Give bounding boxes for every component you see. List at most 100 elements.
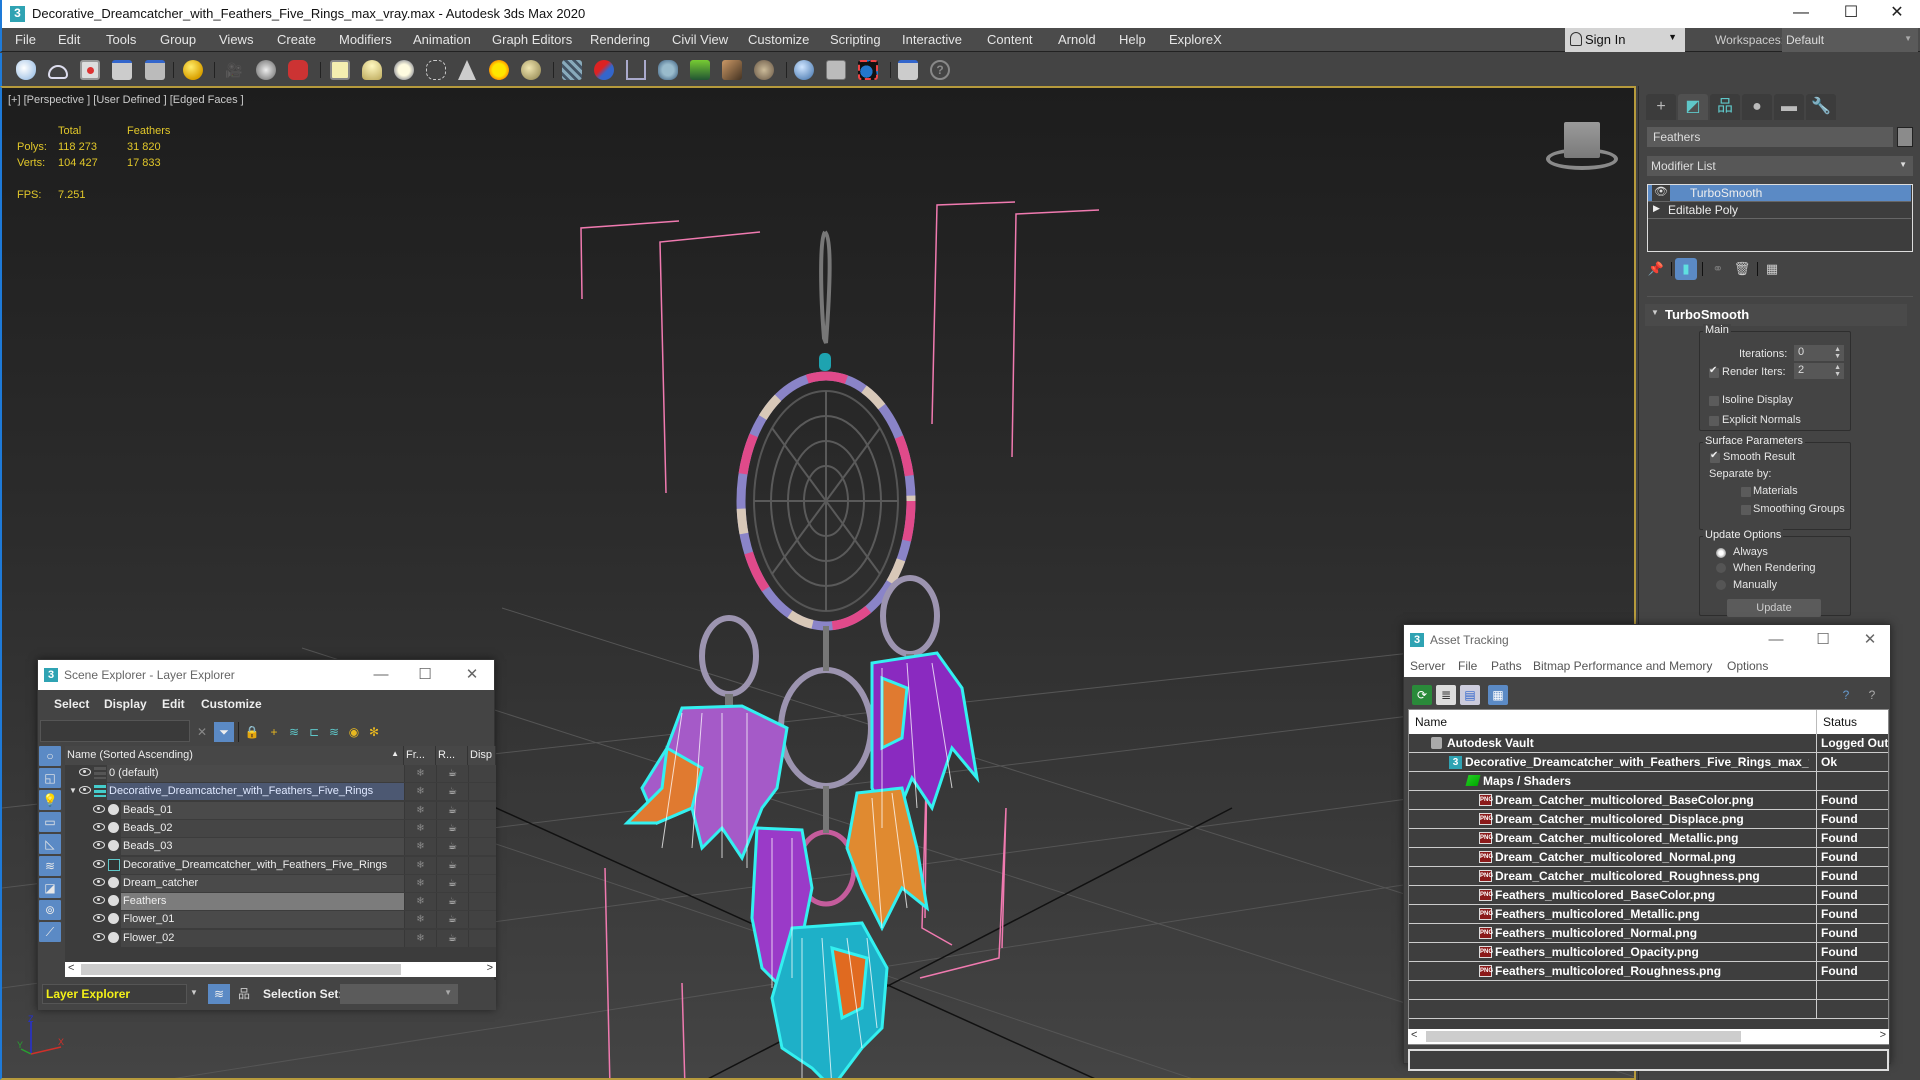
- row-name[interactable]: Beads_01: [121, 801, 404, 819]
- scene-tree-row[interactable]: Flower_02 ❄ ☕: [65, 929, 496, 948]
- freeze-toggle-icon[interactable]: ❄: [404, 765, 436, 782]
- lights-filter-icon[interactable]: 💡: [39, 790, 61, 810]
- asset-row[interactable]: PNG Feathers_multicolored_Opacity.png Foun…: [1409, 943, 1888, 962]
- dumbbell-icon[interactable]: [594, 60, 614, 80]
- help-icon[interactable]: ?: [930, 60, 950, 80]
- scene-tree-row[interactable]: ▼ Decorative_Dreamcatcher_with_Feathers_F…: [65, 783, 496, 801]
- configure-modifier-sets-icon[interactable]: ▦: [1761, 258, 1783, 280]
- column-header-renderable[interactable]: R...: [436, 746, 468, 765]
- render-iters-checkbox[interactable]: [1709, 365, 1719, 378]
- dome-icon[interactable]: [362, 60, 382, 80]
- layer-explorer-icon[interactable]: [145, 60, 165, 80]
- asset-row[interactable]: PNG Feathers_multicolored_Normal.png Found: [1409, 924, 1888, 943]
- column-header-frozen[interactable]: Fr...: [404, 746, 436, 765]
- menu-customize[interactable]: Customize: [748, 32, 809, 47]
- refresh-icon[interactable]: ⟳: [1412, 685, 1432, 705]
- scene-tree-row[interactable]: Decorative_Dreamcatcher_with_Feathers_Fi…: [65, 856, 496, 875]
- update-button[interactable]: Update: [1727, 599, 1821, 617]
- at-menu-bitmap-performance[interactable]: Bitmap Performance and Memory: [1533, 659, 1712, 673]
- explicit-normals-checkbox[interactable]: [1709, 416, 1719, 426]
- maximize-button[interactable]: ☐: [1808, 629, 1838, 651]
- render-region-icon[interactable]: [858, 60, 878, 80]
- visibility-eye-icon[interactable]: [79, 786, 91, 795]
- asset-row[interactable]: PNG Feathers_multicolored_BaseColor.png Fo…: [1409, 886, 1888, 905]
- minimize-button[interactable]: —: [1778, 0, 1824, 28]
- stack-item-editable-poly[interactable]: ▶ Editable Poly: [1648, 202, 1911, 219]
- modify-tab[interactable]: ◩: [1678, 94, 1708, 120]
- visibility-eye-icon[interactable]: [93, 932, 105, 941]
- row-name[interactable]: Flower_01: [121, 911, 404, 929]
- row-name[interactable]: 0 (default): [107, 765, 404, 782]
- menu-civil-view[interactable]: Civil View: [672, 32, 728, 47]
- minimize-button[interactable]: —: [1761, 629, 1791, 651]
- hierarchy-tab[interactable]: 品: [1710, 94, 1740, 120]
- asset-row[interactable]: 3 Decorative_Dreamcatcher_with_Feathers_F…: [1409, 753, 1888, 772]
- horizontal-scrollbar[interactable]: < >: [1408, 1029, 1889, 1044]
- visibility-eye-icon[interactable]: [93, 914, 105, 923]
- camera-rig-icon[interactable]: [288, 60, 308, 80]
- menu-rendering[interactable]: Rendering: [590, 32, 650, 47]
- make-unique-icon[interactable]: ⚭: [1707, 258, 1729, 280]
- horizontal-scrollbar[interactable]: < >: [65, 962, 496, 977]
- update-when-rendering-radio[interactable]: [1716, 563, 1726, 573]
- chevron-down-icon[interactable]: ▼: [190, 988, 198, 997]
- update-always-radio[interactable]: [1716, 548, 1726, 558]
- renderable-teapot-icon[interactable]: ☕: [436, 856, 468, 874]
- renderable-teapot-icon[interactable]: ☕: [436, 765, 468, 782]
- menu-animation[interactable]: Animation: [413, 32, 471, 47]
- scene-tree-row[interactable]: Beads_02 ❄ ☕: [65, 819, 496, 838]
- menu-file[interactable]: File: [15, 32, 36, 47]
- cone-icon[interactable]: [458, 60, 476, 80]
- scrollbar-thumb[interactable]: [1426, 1031, 1741, 1042]
- asset-path-field[interactable]: [1408, 1049, 1889, 1071]
- close-button[interactable]: ✕: [1855, 629, 1885, 651]
- gear-sphere-icon[interactable]: [658, 60, 678, 80]
- display-cell[interactable]: [468, 801, 496, 819]
- at-menu-file[interactable]: File: [1458, 659, 1477, 673]
- groups-filter-icon[interactable]: ◪: [39, 878, 61, 898]
- freeze-toggle-icon[interactable]: ❄: [404, 893, 436, 911]
- column-header-display[interactable]: Disp: [468, 746, 496, 765]
- scene-tree-row[interactable]: Flower_01 ❄ ☕: [65, 911, 496, 929]
- camera-sphere-icon[interactable]: [256, 60, 276, 80]
- se-menu-customize[interactable]: Customize: [201, 697, 262, 711]
- iterations-spinner[interactable]: 0 ▲ ▼: [1794, 345, 1844, 361]
- hierarchy-layer-icon[interactable]: ⊏: [304, 722, 324, 742]
- renderable-teapot-icon[interactable]: ☕: [436, 874, 468, 892]
- maximize-button[interactable]: ☐: [1828, 0, 1874, 28]
- lock-icon[interactable]: 🔒: [242, 722, 262, 742]
- particles-icon[interactable]: [562, 60, 582, 80]
- trash-icon[interactable]: 🗑: [1731, 258, 1753, 280]
- visibility-eye-icon[interactable]: [93, 896, 105, 905]
- menu-scripting[interactable]: Scripting: [830, 32, 881, 47]
- materials-checkbox[interactable]: [1741, 487, 1751, 497]
- geometry-filter-icon[interactable]: ○: [39, 746, 61, 766]
- grass-icon[interactable]: [690, 60, 710, 80]
- renderable-teapot-icon[interactable]: ☕: [436, 783, 468, 801]
- list-view-icon[interactable]: ≣: [1436, 685, 1456, 705]
- asset-row[interactable]: PNG Dream_Catcher_multicolored_Metallic.p…: [1409, 829, 1888, 848]
- scene-explorer-icon[interactable]: [112, 60, 132, 80]
- close-button[interactable]: ✕: [457, 664, 487, 686]
- sun-icon[interactable]: [489, 60, 509, 80]
- isoline-display-checkbox[interactable]: [1709, 396, 1719, 406]
- asset-row[interactable]: PNG Feathers_multicolored_Metallic.png Fou…: [1409, 905, 1888, 924]
- scroll-left-icon[interactable]: <: [1411, 1029, 1417, 1041]
- cloud-icon[interactable]: [48, 65, 68, 79]
- display-tab[interactable]: ▬: [1774, 94, 1804, 120]
- freeze-toggle-icon[interactable]: ❄: [404, 874, 436, 892]
- display-cell[interactable]: [468, 819, 496, 837]
- pin-stack-icon[interactable]: 📌: [1645, 258, 1667, 280]
- display-cell[interactable]: [468, 929, 496, 947]
- menu-views[interactable]: Views: [219, 32, 253, 47]
- helpers-filter-icon[interactable]: ◺: [39, 834, 61, 854]
- create-tab[interactable]: +: [1646, 94, 1676, 120]
- light-lister-icon[interactable]: [183, 60, 203, 80]
- material-sphere-icon[interactable]: [794, 60, 814, 80]
- renderable-teapot-icon[interactable]: ☕: [436, 911, 468, 929]
- explorer-type-select[interactable]: Layer Explorer: [42, 984, 187, 1004]
- scroll-left-icon[interactable]: <: [68, 962, 74, 974]
- se-menu-select[interactable]: Select: [54, 697, 89, 711]
- menu-interactive[interactable]: Interactive: [902, 32, 962, 47]
- menu-modifiers[interactable]: Modifiers: [339, 32, 392, 47]
